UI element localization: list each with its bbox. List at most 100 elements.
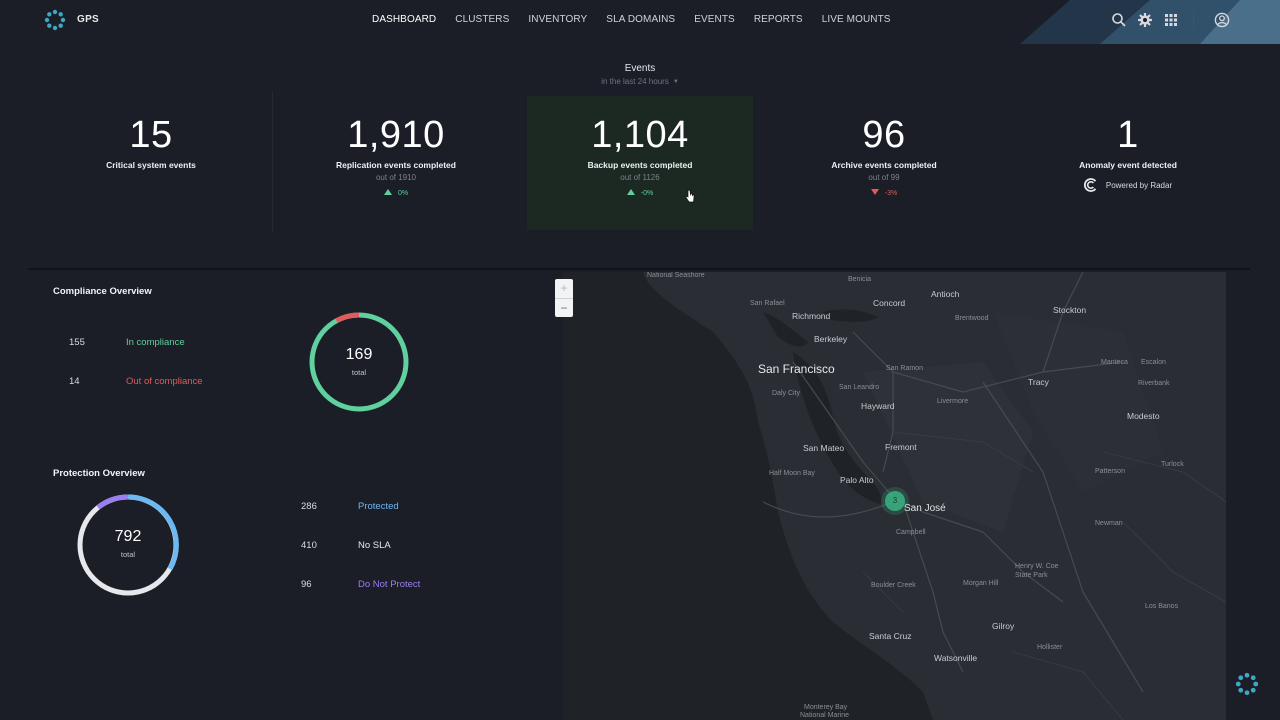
- powered-by-radar: Powered by Radar: [1018, 178, 1238, 192]
- map-label: Gilroy: [992, 621, 1015, 631]
- map-label: San Mateo: [803, 443, 845, 453]
- trend-down-icon: [870, 189, 879, 195]
- map-label: Concord: [873, 298, 906, 308]
- stat-anomaly-events[interactable]: 1 Anomaly event detected Powered by Rada…: [1018, 112, 1238, 192]
- map-label: San Leandro: [839, 384, 880, 391]
- nav-inventory[interactable]: INVENTORY: [528, 14, 587, 25]
- stat-label: Critical system events: [106, 160, 196, 170]
- stat-critical-events[interactable]: 15 Critical system events: [41, 112, 261, 170]
- chevron-down-icon: ▼: [672, 79, 679, 85]
- donut-total: 792: [114, 528, 142, 545]
- map-label: Palo Alto: [840, 475, 874, 485]
- events-title: Events: [624, 63, 656, 74]
- search-icon[interactable]: [1111, 12, 1127, 28]
- map-label: Riverbank: [1138, 380, 1170, 387]
- donut-center: 792 total: [76, 528, 180, 559]
- map-label: Berkeley: [814, 334, 848, 344]
- stat-value: 96: [862, 114, 906, 156]
- map-label: Campbell: [896, 529, 926, 536]
- nav-events[interactable]: EVENTS: [694, 14, 735, 25]
- cluster-marker[interactable]: 3: [885, 491, 905, 511]
- row-label: Out of compliance: [126, 376, 203, 387]
- map-label: Manteca: [1101, 359, 1128, 366]
- map-label: Livermore: [937, 398, 969, 405]
- compliance-overview-title: Compliance Overview: [53, 286, 152, 297]
- map-label: Monterey Bay: [804, 704, 848, 711]
- nav-separator: [1193, 11, 1194, 29]
- user-account-icon[interactable]: [1214, 12, 1230, 28]
- stat-label: Backup events completed: [587, 160, 693, 170]
- section-divider: [28, 268, 1250, 270]
- stat-value: 1,104: [591, 114, 689, 156]
- map-label: Turlock: [1161, 461, 1184, 468]
- map-label: Tracy: [1028, 377, 1049, 387]
- stat-delta-value: -3%: [884, 190, 898, 197]
- nav-clusters[interactable]: CLUSTERS: [455, 14, 509, 25]
- stat-value: 1: [1117, 114, 1139, 156]
- gear-icon[interactable]: [1137, 12, 1153, 28]
- map-label: National Seashore: [647, 272, 705, 279]
- map-label: Los Banos: [1145, 603, 1179, 610]
- map-label: Richmond: [792, 311, 831, 321]
- stat-label: Archive events completed: [831, 160, 937, 170]
- app-title: GPS: [77, 14, 100, 25]
- apps-grid-icon[interactable]: [1163, 12, 1179, 28]
- nav-sla-domains[interactable]: SLA DOMAINS: [606, 14, 675, 25]
- stat-subtext: out of 1126: [620, 173, 660, 182]
- map-label: San José: [904, 503, 946, 514]
- stat-label: Anomaly event detected: [1079, 160, 1177, 170]
- nav-reports[interactable]: REPORTS: [754, 14, 803, 25]
- map-label: Hayward: [861, 401, 895, 411]
- stat-backup-events[interactable]: 1,104 Backup events completed out of 112…: [530, 112, 750, 197]
- protection-donut-chart[interactable]: 792 total: [76, 490, 180, 600]
- compliance-donut-chart[interactable]: 169 total: [308, 308, 410, 416]
- mouse-pointer-icon: [685, 189, 695, 203]
- events-range-label: in the last 24 hours: [601, 77, 669, 86]
- stat-subtext: out of 1910: [375, 173, 417, 182]
- nav-dashboard[interactable]: DASHBOARD: [372, 14, 436, 25]
- top-navigation-bar: GPS DASHBOARD CLUSTERS INVENTORY SLA DOM…: [0, 0, 1280, 44]
- row-label: Do Not Protect: [358, 579, 421, 590]
- map-label: Patterson: [1095, 468, 1125, 475]
- map-label: Brentwood: [955, 315, 989, 322]
- trend-up-icon: [383, 189, 392, 195]
- row-label: No SLA: [358, 540, 391, 551]
- protection-overview-title: Protection Overview: [53, 468, 145, 479]
- main-nav: DASHBOARD CLUSTERS INVENTORY SLA DOMAINS…: [372, 14, 910, 25]
- help-logo-icon[interactable]: [1235, 672, 1259, 696]
- stat-delta: -3%: [774, 189, 994, 197]
- stat-divider: [272, 92, 273, 232]
- map-label: Boulder Creek: [871, 582, 916, 589]
- events-header: Events in the last 24 hours ▼: [540, 63, 740, 86]
- stat-delta: -0%: [530, 189, 750, 197]
- map-label: Newman: [1095, 520, 1123, 527]
- donut-total-label: total: [351, 368, 367, 377]
- map-label: San Rafael: [750, 300, 785, 307]
- nav-live-mounts[interactable]: LIVE MOUNTS: [822, 14, 891, 25]
- stat-value: 15: [129, 114, 173, 156]
- stat-value: 1,910: [347, 114, 445, 156]
- row-count: 155: [69, 337, 85, 348]
- map-label: Henry W. Coe State Park: [1015, 563, 1059, 579]
- map-label: Benicia: [848, 276, 871, 283]
- map-label: Escalon: [1141, 359, 1166, 366]
- zoom-out-button[interactable]: −: [555, 299, 573, 318]
- stat-delta-value: -0%: [640, 190, 654, 197]
- app-logo-icon[interactable]: [44, 9, 66, 31]
- map-label: San Francisco: [758, 362, 835, 376]
- row-count: 96: [301, 579, 312, 590]
- map-label: San Ramon: [886, 365, 923, 372]
- events-range-dropdown[interactable]: in the last 24 hours ▼: [540, 77, 740, 86]
- donut-total: 169: [345, 346, 373, 363]
- zoom-in-button[interactable]: +: [555, 279, 573, 299]
- stat-replication-events[interactable]: 1,910 Replication events completed out o…: [286, 112, 506, 197]
- row-count: 14: [69, 376, 80, 387]
- map-label: Stockton: [1053, 305, 1087, 315]
- row-label: In compliance: [126, 337, 185, 348]
- donut-total-label: total: [120, 550, 136, 559]
- stat-archive-events[interactable]: 96 Archive events completed out of 99 -3…: [774, 112, 994, 197]
- map-label: Half Moon Bay: [769, 470, 815, 477]
- trend-up-icon: [626, 189, 635, 195]
- stat-delta: 0%: [286, 189, 506, 197]
- row-count: 286: [301, 501, 317, 512]
